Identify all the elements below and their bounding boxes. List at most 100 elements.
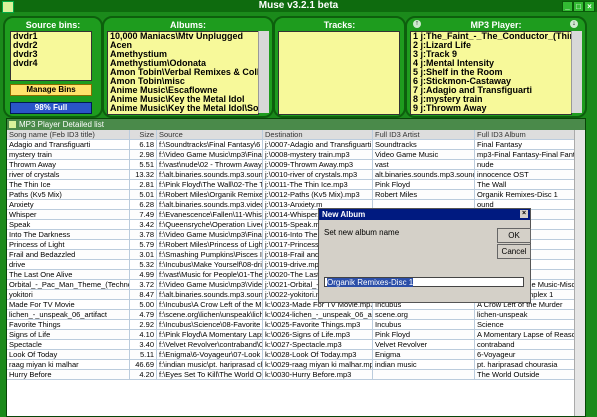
table-row[interactable]: Look Of Today 5.11 f:\Enigma\6-Voyageur\07… [7,350,575,360]
list-item[interactable]: dvdr2 [11,41,91,50]
cancel-button[interactable]: Cancel [497,244,531,259]
table-cell: k:\0029-raag miyan ki malhar.mp3 [265,360,373,369]
table-row[interactable]: lichen_-_unspeak_06_artifact 4.79 f:\scene… [7,310,575,320]
table-cell: k:\0024-lichen_-_unspeak_06_artifa [265,310,373,319]
table-cell: Signs of Life [7,330,130,339]
table-cell: 5.01 [130,190,157,199]
maximize-button[interactable]: □ [573,1,584,12]
table-cell: alt.binaries.sounds.mp3.soundra [375,170,475,179]
table-cell: 2.98 [130,150,157,159]
table-cell: Science [475,320,575,329]
table-cell: f:\Video Game Music\mp3\Video g [159,280,263,289]
list-item[interactable]: 6 j:Stickmon-Castaway [411,77,571,86]
app-title: Muse v3.2.1 beta [258,0,339,11]
table-cell: 4.79 [130,310,157,319]
table-row[interactable]: Paths (Kv5 Mix) 5.01 f:\Robert Miles\Organ… [7,190,575,200]
table-cell: 5.51 [130,160,157,169]
list-item[interactable]: 8 j:mystery train [411,95,571,104]
list-item[interactable]: Anime Music\Key the Metal Idol [108,95,258,104]
album-name-input[interactable]: Organik Remixes-Disc 1 [324,277,524,287]
col-header-artist[interactable]: Full ID3 Artist [373,130,475,139]
table-cell: Throwm Away [7,160,130,169]
col-header-album[interactable]: Full ID3 Album [475,130,575,139]
table-cell [373,370,475,379]
mp3-scrollbar[interactable] [571,31,582,113]
table-cell: 5.32 [130,260,157,269]
dialog-close-icon[interactable]: × [520,210,528,218]
table-cell: 7.49 [130,210,157,219]
table-cell: f:\Enigma\6-Voyageur\07-Look Of [159,350,263,359]
table-cell: Hurry Before [7,370,130,379]
albums-list[interactable]: 10,000 Maniacs\Mtv Unplugged Acen Amethy… [107,31,259,115]
ok-button[interactable]: OK [497,228,531,243]
close-button[interactable]: × [584,1,595,12]
table-row[interactable]: river of crystals 13.32 f:\alt.binaries.so… [7,170,575,180]
table-cell: 5.11 [130,350,157,359]
table-cell: f:\Robert Miles\Organik Remixes\0 [159,190,263,199]
col-header-source[interactable]: Source [157,130,263,139]
col-header-song[interactable]: Song name (Feb ID3 title) [7,130,130,139]
list-item[interactable]: 5 j:Shelf in the Room [411,68,571,77]
table-row[interactable]: Favorite Things 2.92 f:\Incubus\Science\08… [7,320,575,330]
list-item[interactable]: 4 j:Mental Intensity [411,59,571,68]
list-item[interactable]: Amon Tobin\misc [108,77,258,86]
list-item[interactable]: Anime Music\Key the Metal Idol\Soundtro [108,104,258,113]
detail-window-titlebar: MP3 Player Detailed list [7,119,585,130]
table-cell: 4.10 [130,330,157,339]
list-item[interactable]: Amethystium\Odonata [108,59,258,68]
table-cell: Spectacle [7,340,130,349]
table-cell: f:\Incubus\A Crow Left of the Mur [159,300,263,309]
list-item[interactable]: 10,000 Maniacs\Mtv Unplugged [108,32,258,41]
table-cell: j:\0009-Throwm Away.mp3 [263,160,373,169]
col-header-destination[interactable]: Destination [263,130,373,139]
table-cell: f:\alt.binaries.sounds.mp3.soundtr [159,290,263,299]
table-row[interactable]: The Thin Ice 2.81 f:\Pink Floyd\The Wall\0… [7,180,575,190]
table-cell: f:\Soundtracks\Final Fantasy\6 Ad [159,140,263,149]
list-item[interactable]: dvdr4 [11,59,91,68]
table-cell: Pink Floyd [373,330,475,339]
table-cell: j:\0008-mystery train.mp3 [263,150,373,159]
detail-scrollbar[interactable] [574,130,585,416]
table-row[interactable]: Adagio and Transfiguarti 6.18 f:\Soundtrac… [7,140,575,150]
list-item[interactable]: Anime Music\Escaflowne [108,86,258,95]
mp3-player-list[interactable]: 1 j:The_Faint_-_The_Conductor_(Thin_Whit… [410,31,572,115]
new-album-dialog: New Album × Set new album name OK Cancel… [318,208,531,303]
albums-scrollbar[interactable] [258,31,269,113]
list-item[interactable]: Acen [108,41,258,50]
table-row[interactable]: raag miyan ki malhar 46.69 f:\indian music… [7,360,575,370]
table-cell: f:\Pink Floyd\A Momentary Lapse o [159,330,263,339]
table-row[interactable]: Throwm Away 5.51 f:\vast\nude\02 - Throwm … [7,160,575,170]
list-item[interactable]: 9 j:Throwm Away [411,104,571,113]
source-bins-list[interactable]: dvdr1 dvdr2 dvdr3 dvdr4 [10,31,92,81]
table-cell: f:\Evanescence\Fallen\11-Whisper [159,210,263,219]
minimize-button[interactable]: _ [562,1,573,12]
tracks-list[interactable] [278,31,400,115]
albums-title: Albums: [170,20,206,30]
table-cell: j:\0012-Paths (Kv5 Mix).mp3 [263,190,373,199]
col-header-size[interactable]: Size [130,130,157,139]
list-item[interactable]: 3 j:Track 9 [411,50,571,59]
list-item[interactable]: 2 j:Lizard Life [411,41,571,50]
list-item[interactable]: Amon Tobin\Verbal Remixes & Collaboratio… [108,68,258,77]
table-cell: Speak [7,220,130,229]
table-cell: 3.42 [130,220,157,229]
list-item[interactable]: 1 j:The_Faint_-_The_Conductor_(Thin_Whit… [411,32,571,41]
arrow-up-icon[interactable]: ↑ [413,20,421,28]
manage-bins-button[interactable]: Manage Bins [10,84,92,96]
table-cell: The Thin Ice [7,180,130,189]
list-item[interactable]: dvdr3 [11,50,91,59]
table-row[interactable]: Hurry Before 4.20 f:\Eyes Set To Kill\The … [7,370,575,380]
list-item[interactable]: 7 j:Adagio and Transfiguarti [411,86,571,95]
list-item[interactable]: Amethystium [108,50,258,59]
table-cell: The Last One Alive [7,270,130,279]
arrow-down-icon[interactable]: ↓ [570,20,578,28]
table-row[interactable]: Signs of Life 4.10 f:\Pink Floyd\A Momenta… [7,330,575,340]
table-cell: k:\0030-Hurry Before.mp3 [263,370,373,379]
table-cell: Made For TV Movie [7,300,130,309]
table-row[interactable]: mystery train 2.98 f:\Video Game Music\mp3… [7,150,575,160]
table-cell: Video Game Music [373,150,475,159]
list-item[interactable]: dvdr1 [11,32,91,41]
table-row[interactable]: Spectacle 3.40 f:\Velvet Revolver\contraba… [7,340,575,350]
table-cell: 4.99 [130,270,157,279]
table-cell: Robert Miles [373,190,475,199]
